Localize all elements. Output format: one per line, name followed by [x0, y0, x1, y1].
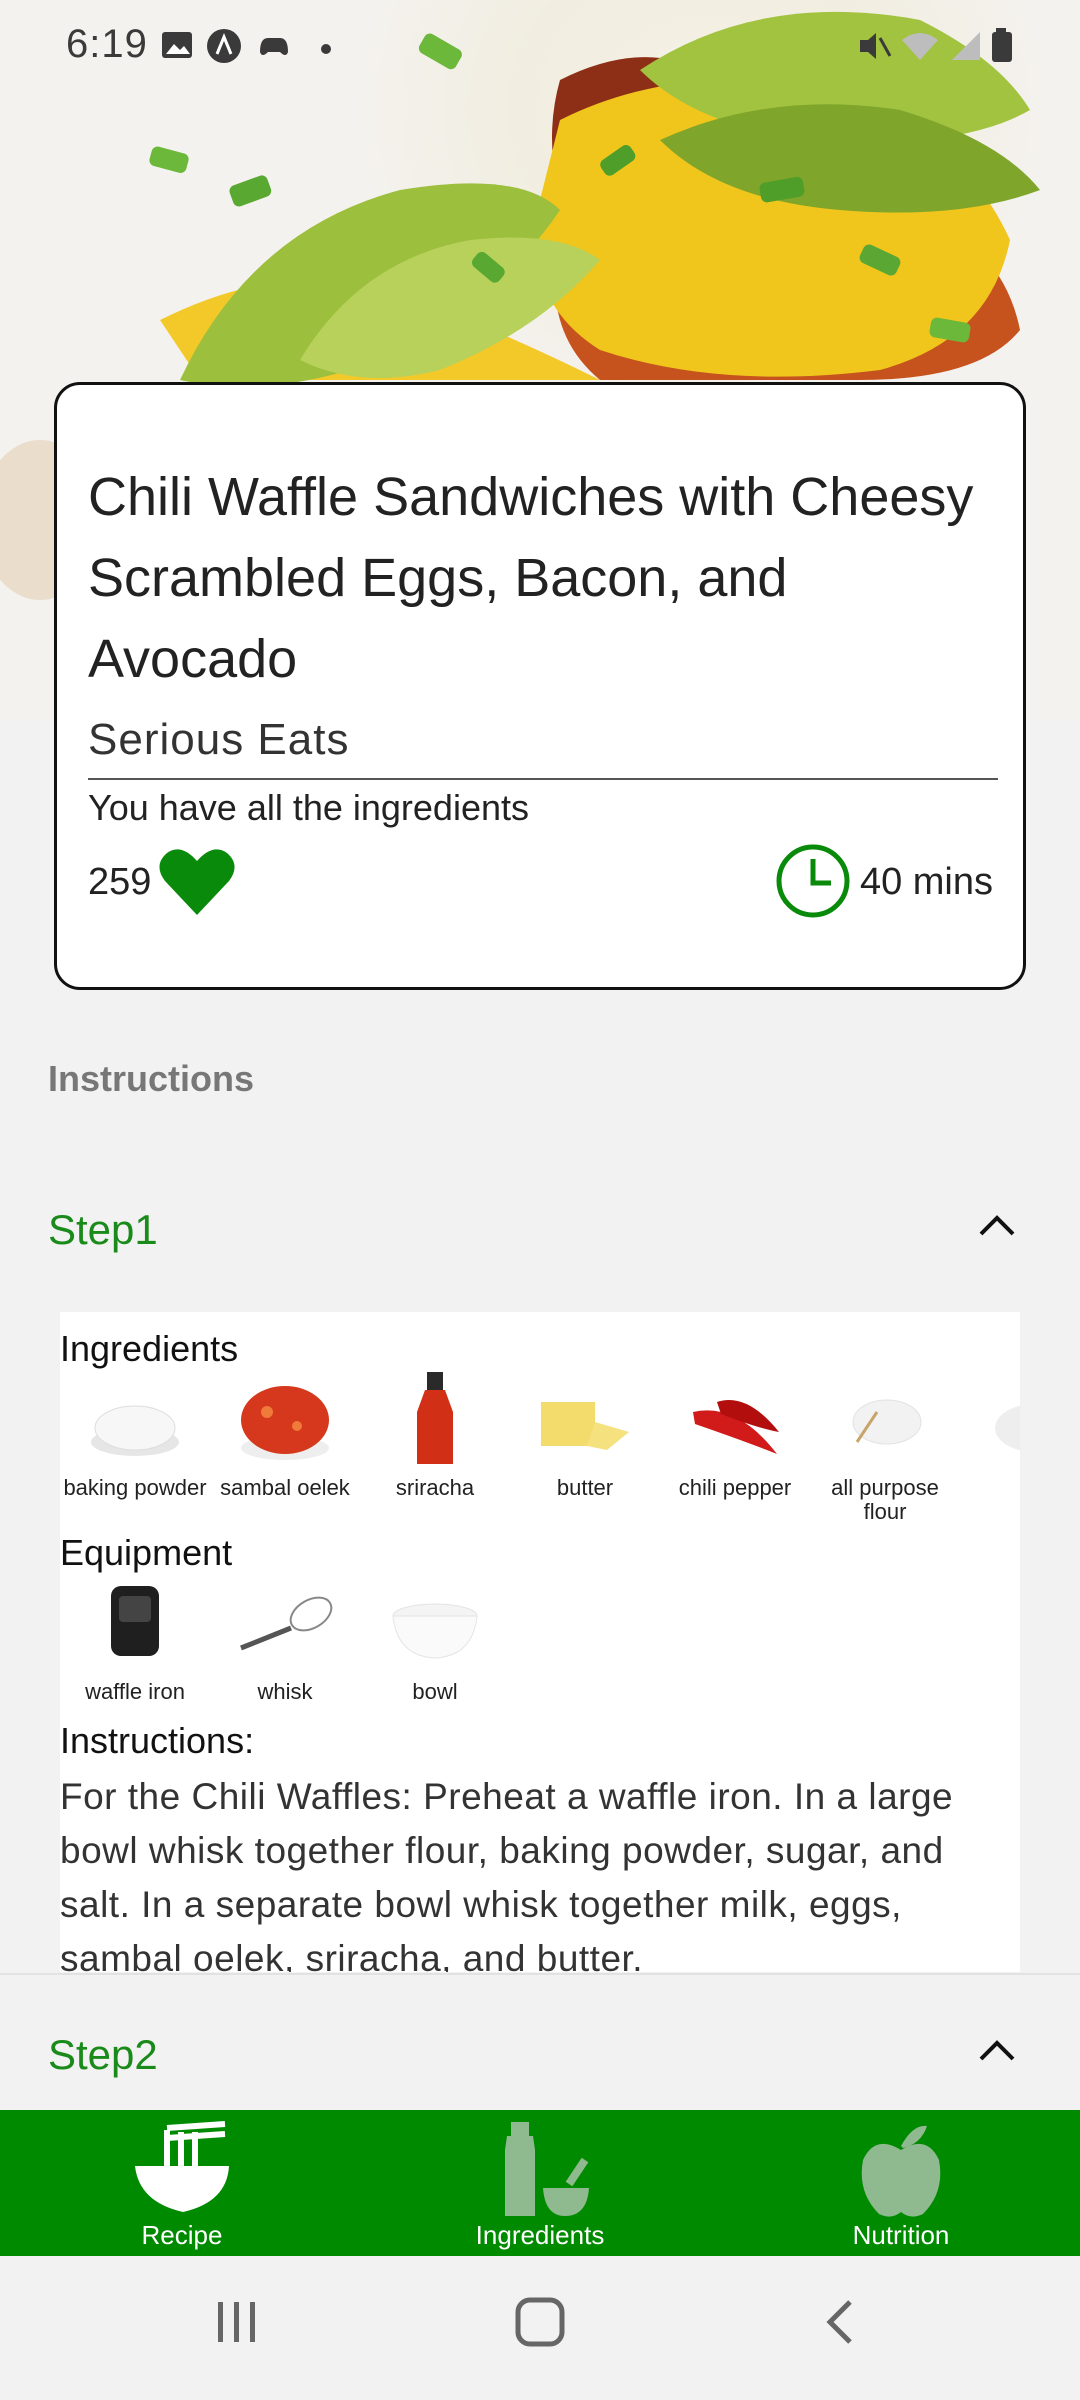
recipe-source: Serious Eats [88, 715, 350, 764]
battery-icon [990, 28, 1014, 69]
gallery-icon [160, 28, 194, 67]
recipe-summary-card: Chili Waffle Sandwiches with Cheesy Scra… [54, 382, 1026, 990]
app-a-icon [206, 28, 242, 69]
back-icon[interactable] [820, 2296, 860, 2353]
game-controller-icon [256, 28, 292, 69]
ingredient-image [987, 1372, 1020, 1468]
ingredient-item[interactable]: sambal oelek [210, 1372, 360, 1500]
bottom-navigation: Recipe Ingredients Nutrition [0, 2110, 1080, 2256]
step-instructions-text: For the Chili Waffles: Preheat a waffle … [60, 1776, 954, 1972]
instructions-heading: Instructions: [60, 1720, 255, 1761]
step-1-header[interactable]: Step1 [0, 1146, 1080, 1312]
notification-dot-icon [320, 42, 332, 60]
status-bar: 6:19 [0, 0, 1080, 96]
wifi-icon [900, 28, 940, 69]
ingredients-availability-note: You have all the ingredients [88, 787, 529, 828]
chevron-up-icon[interactable] [975, 1210, 1019, 1245]
nav-ingredients[interactable]: Ingredients [410, 2110, 670, 2256]
ingredient-item[interactable]: chili pepper [660, 1372, 810, 1500]
ingredient-item[interactable]: sriracha [360, 1372, 510, 1500]
equipment-item[interactable]: bowl [360, 1576, 510, 1704]
ingredient-item[interactable]: baking powder [60, 1372, 210, 1500]
noodle-bowl-icon [135, 2121, 229, 2212]
chevron-up-icon[interactable] [975, 2035, 1019, 2070]
likes-count: 259 [88, 861, 152, 903]
bottle-mortar-icon [505, 2122, 589, 2216]
recent-apps-icon[interactable] [212, 2296, 262, 2351]
status-time: 6:19 [66, 22, 148, 66]
nav-nutrition[interactable]: Nutrition [771, 2110, 1031, 2256]
baking-powder-image [87, 1372, 183, 1468]
instructions-section-label: Instructions [48, 1058, 255, 1099]
bowl-image [387, 1576, 483, 1672]
waffle-iron-image [87, 1576, 183, 1672]
equipment-item[interactable]: waffle iron [60, 1576, 210, 1704]
whisk-image [237, 1576, 333, 1672]
divider [88, 778, 998, 780]
step-2-title: Step2 [48, 2031, 158, 2078]
apple-icon [861, 2125, 941, 2217]
ingredient-item[interactable]: butter [510, 1372, 660, 1500]
equipment-item[interactable]: whisk [210, 1576, 360, 1704]
clock-icon [775, 843, 851, 924]
cook-time: 40 mins [859, 861, 993, 903]
sambal-oelek-image [237, 1372, 333, 1468]
sriracha-image [387, 1372, 483, 1468]
step-2-header[interactable]: Step2 [0, 1975, 1080, 2110]
mute-icon [856, 28, 892, 69]
recipe-title: Chili Waffle Sandwiches with Cheesy Scra… [88, 467, 974, 689]
step-1-title: Step1 [48, 1206, 158, 1253]
home-icon[interactable] [514, 2296, 566, 2353]
ingredients-heading: Ingredients [60, 1328, 239, 1369]
butter-image [537, 1372, 633, 1468]
chili-pepper-image [687, 1372, 783, 1468]
heart-icon[interactable] [157, 843, 237, 924]
system-navigation-bar [0, 2256, 1080, 2400]
step-1-content: Ingredients baking powder sambal oelek s… [60, 1312, 1020, 1972]
ingredient-item[interactable]: all purpose flour [810, 1372, 960, 1524]
all-purpose-flour-image [837, 1372, 933, 1468]
ingredient-item[interactable]: s [960, 1372, 1020, 1500]
nav-recipe[interactable]: Recipe [52, 2110, 312, 2256]
signal-icon [950, 28, 982, 69]
equipment-heading: Equipment [60, 1532, 233, 1573]
